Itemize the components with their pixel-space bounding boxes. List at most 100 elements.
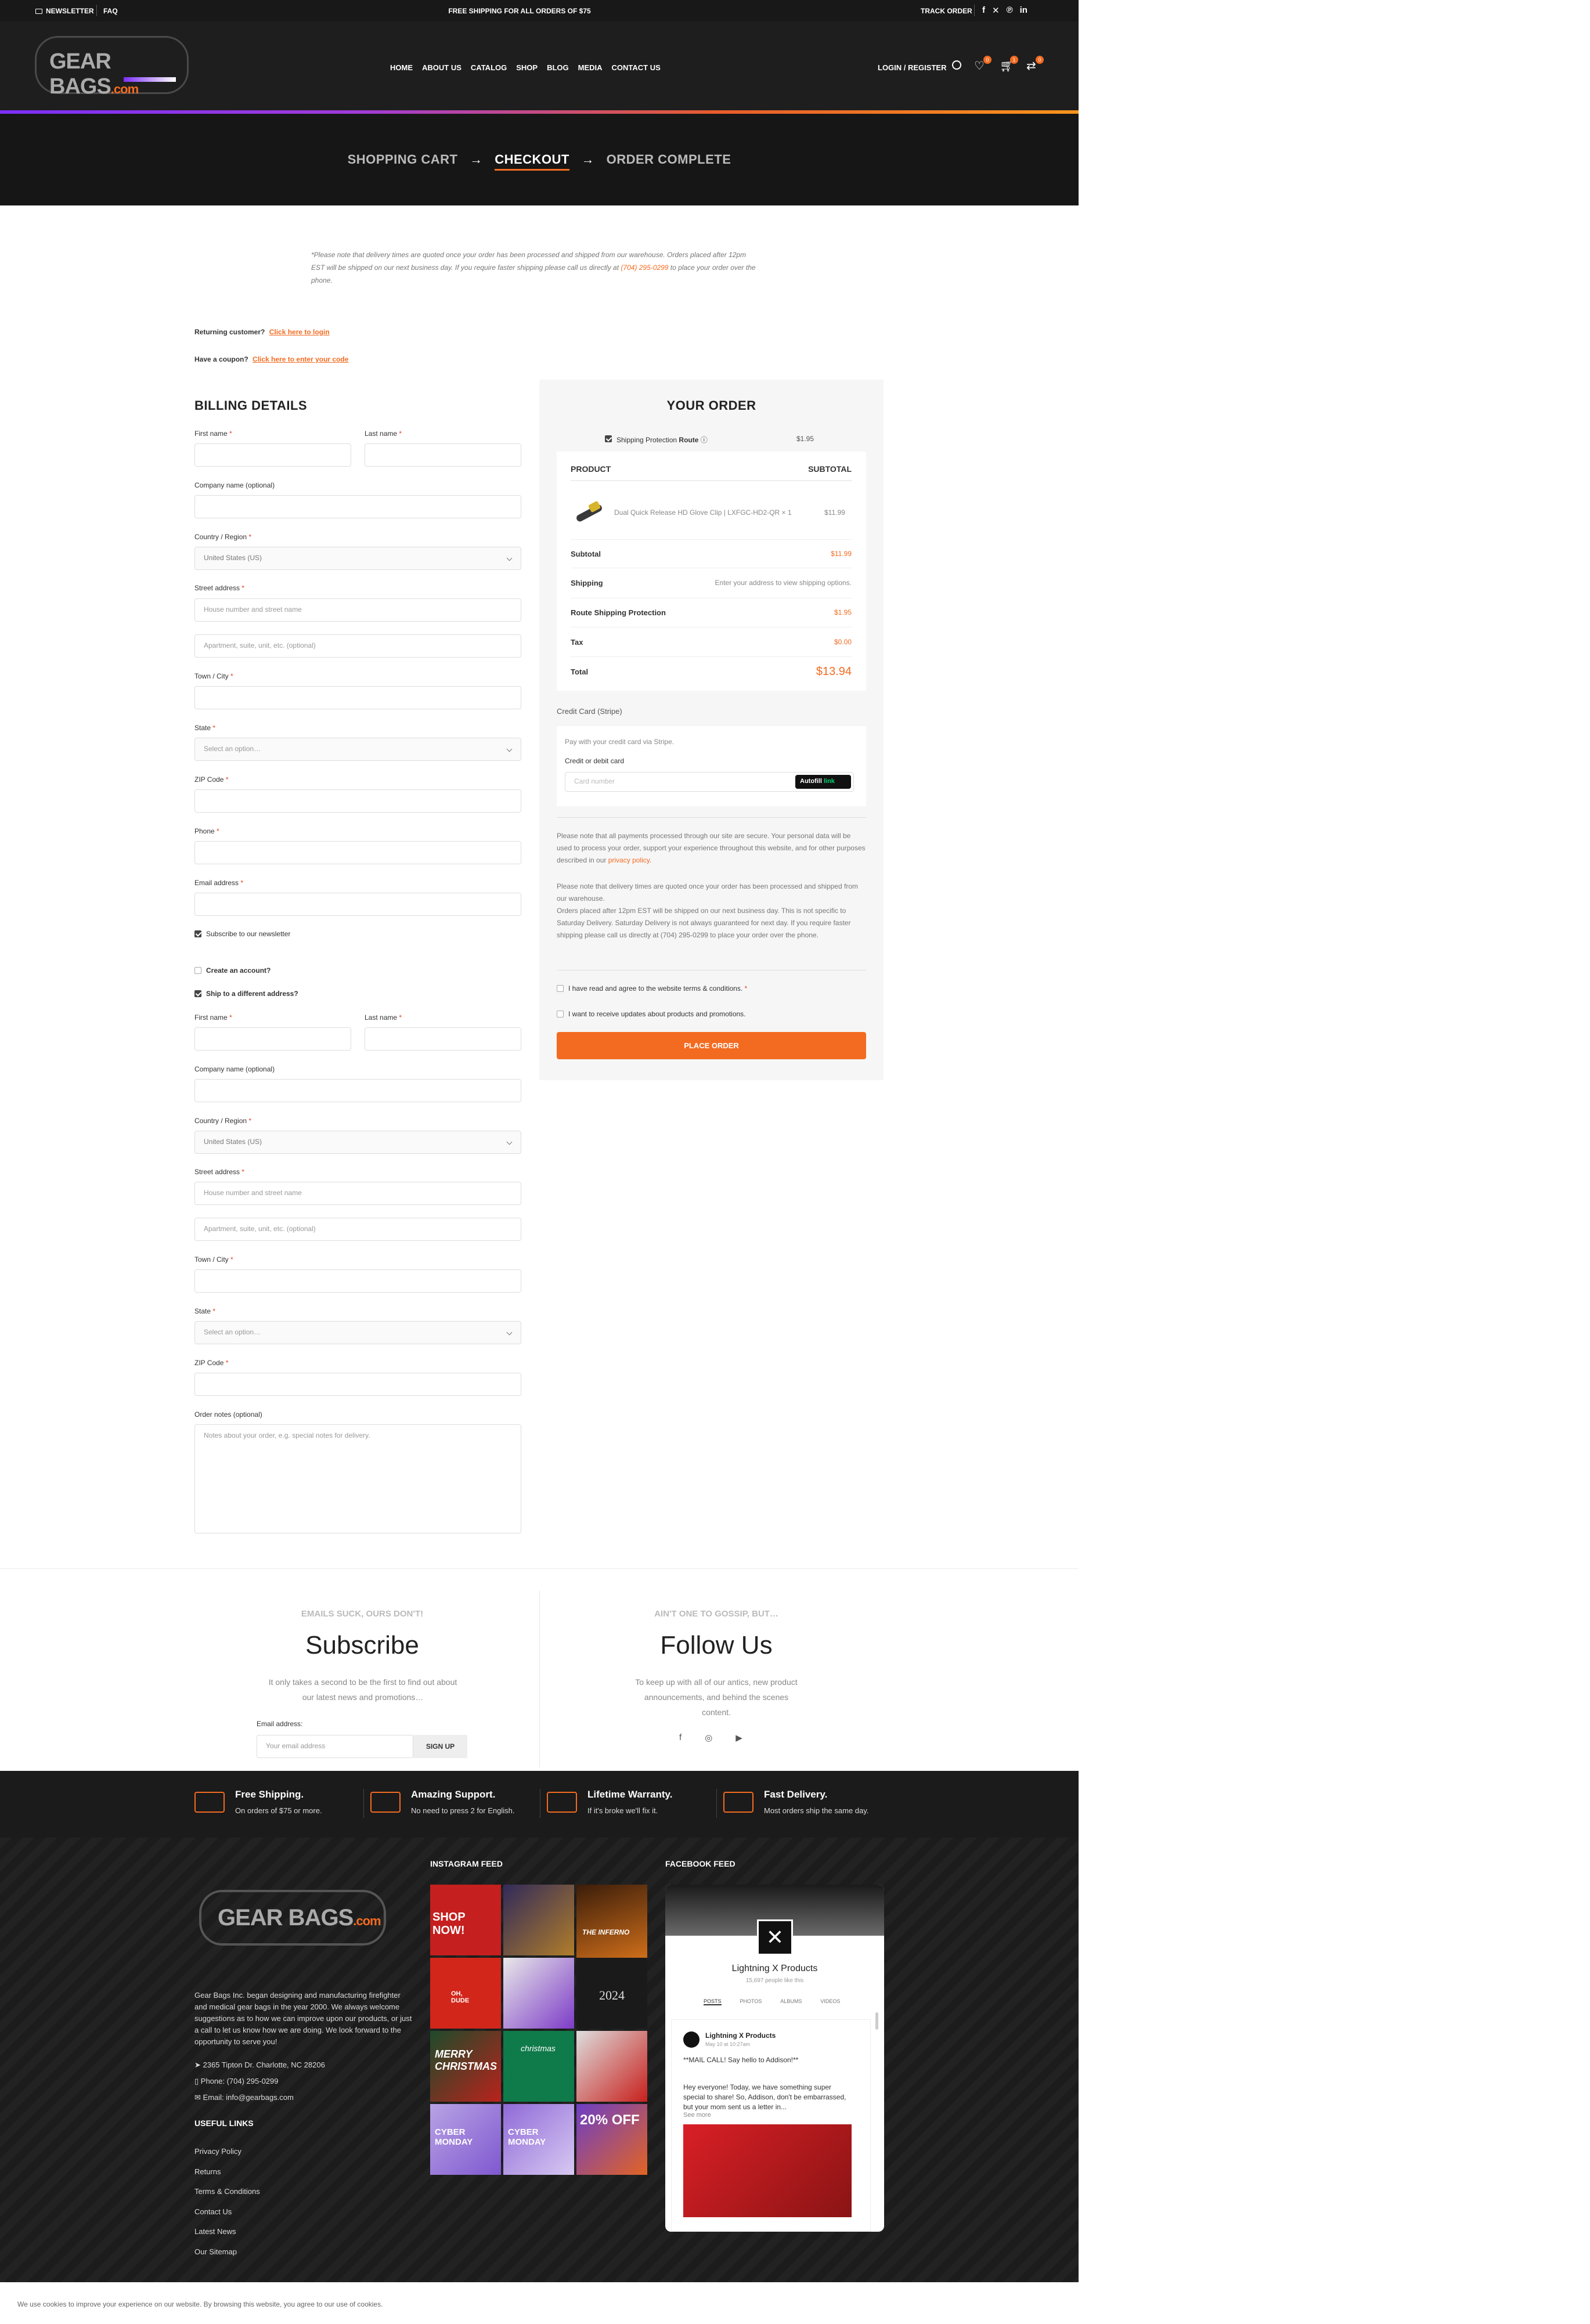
page-avatar[interactable]: ✕ [757, 1919, 793, 1955]
shipping-protection-checkbox[interactable] [605, 435, 612, 442]
privacy-policy-link[interactable]: Privacy Policy [194, 2142, 260, 2162]
nav-contact[interactable]: CONTACT US [612, 63, 661, 72]
footer-logo[interactable]: GEAR BAGS.com [199, 1890, 386, 1946]
post-image[interactable] [683, 2124, 852, 2217]
nav-catalog[interactable]: CATALOG [471, 63, 507, 72]
nav-media[interactable]: MEDIA [578, 63, 603, 72]
see-more-link[interactable]: See more [683, 2112, 711, 2119]
notice-phone[interactable]: (704) 295-0299 [621, 264, 668, 272]
step-shopping-cart[interactable]: SHOPPING CART [348, 152, 458, 167]
subscribe-checkbox[interactable] [194, 930, 201, 937]
instagram-post[interactable]: christmas [503, 2031, 574, 2102]
site-logo[interactable]: GEAR BAGS.com [35, 36, 189, 99]
instagram-post[interactable]: 2024 [576, 1958, 647, 2029]
nav-shop[interactable]: SHOP [516, 63, 538, 72]
shipping-last-name-input[interactable] [365, 1027, 521, 1051]
youtube-icon[interactable]: ▶ [735, 1733, 742, 1743]
delivery-note: Please note that delivery times are quot… [557, 882, 858, 939]
terms-link[interactable]: Terms & Conditions [194, 2182, 260, 2202]
step-arrow: → [470, 152, 483, 167]
shipping-apartment-input[interactable]: Apartment, suite, unit, etc. (optional) [194, 1218, 521, 1241]
privacy-policy-link[interactable]: privacy policy [608, 856, 650, 864]
billing-email-input[interactable] [194, 893, 521, 916]
place-order-button[interactable]: PLACE ORDER [557, 1032, 866, 1059]
linkedin-icon[interactable]: in [1020, 5, 1027, 16]
nav-about[interactable]: ABOUT US [422, 63, 462, 72]
fb-tab-albums[interactable]: ALBUMS [780, 1998, 802, 2005]
shipping-country-select[interactable]: United States (US) [194, 1131, 521, 1154]
billing-zip-input[interactable] [194, 789, 521, 813]
shipping-company-input[interactable] [194, 1079, 521, 1102]
billing-apartment-input[interactable]: Apartment, suite, unit, etc. (optional) [194, 634, 521, 658]
shipping-first-name-input[interactable] [194, 1027, 351, 1051]
track-order-link[interactable]: TRACK ORDER [921, 7, 972, 15]
nav-home[interactable]: HOME [390, 63, 413, 72]
top-bar: NEWSLETTER FAQ FREE SHIPPING FOR ALL ORD… [0, 0, 1079, 21]
step-order-complete: ORDER COMPLETE [606, 152, 731, 167]
your-order-title: YOUR ORDER [666, 398, 756, 413]
instagram-post[interactable]: 20% OFF [576, 2104, 647, 2175]
instagram-post[interactable] [503, 1885, 574, 1955]
privacy-notice: Please note that all payments processed … [557, 832, 866, 864]
route-logo: Route [679, 436, 699, 444]
fb-tab-videos[interactable]: VIDEOS [820, 1998, 840, 2005]
instagram-post[interactable] [576, 2031, 647, 2102]
login-register-link[interactable]: LOGIN / REGISTER [878, 63, 946, 72]
newsletter-email-input[interactable]: Your email address [257, 1735, 413, 1758]
shipping-zip-input[interactable] [194, 1373, 521, 1396]
shipping-city-input[interactable] [194, 1269, 521, 1293]
fb-tab-photos[interactable]: PHOTOS [740, 1998, 762, 2005]
location-icon: ➤ [194, 2060, 201, 2069]
order-notes-textarea[interactable]: Notes about your order, e.g. special not… [194, 1424, 521, 1533]
product-thumbnail[interactable] [572, 498, 607, 528]
facebook-icon[interactable]: f [982, 5, 985, 16]
instagram-post[interactable]: OH, DUDE [430, 1958, 501, 2029]
instagram-post[interactable] [503, 1958, 574, 2029]
signup-button[interactable]: SIGN UP [413, 1735, 467, 1758]
coupon-link[interactable]: Click here to enter your code [253, 355, 348, 363]
scrollbar[interactable] [875, 2012, 878, 2030]
login-link[interactable]: Click here to login [269, 328, 330, 336]
contact-us-link[interactable]: Contact Us [194, 2202, 260, 2222]
fb-tab-posts[interactable]: POSTS [704, 1998, 722, 2005]
ship-different-checkbox[interactable] [194, 990, 201, 997]
billing-country-select[interactable]: United States (US) [194, 547, 521, 570]
envelope-icon: ✉ [194, 2093, 201, 2102]
billing-last-name-input[interactable] [365, 443, 521, 467]
x-icon[interactable]: ✕ [992, 5, 1000, 16]
instagram-post[interactable]: CYBER MONDAY [430, 2104, 501, 2175]
main-nav: HOME ABOUT US CATALOG SHOP BLOG MEDIA CO… [385, 63, 665, 72]
sitemap-link[interactable]: Our Sitemap [194, 2242, 260, 2262]
shipping-street-input[interactable]: House number and street name [194, 1182, 521, 1205]
billing-company-input[interactable] [194, 495, 521, 518]
compare-icon[interactable]: ⇄ [1026, 59, 1036, 73]
updates-checkbox[interactable] [557, 1011, 564, 1017]
facebook-icon[interactable]: f [679, 1733, 682, 1743]
instagram-icon[interactable]: ◎ [705, 1733, 712, 1743]
billing-city-input[interactable] [194, 686, 521, 709]
create-account-checkbox[interactable] [194, 967, 201, 974]
pinterest-icon[interactable]: ℗ [1007, 5, 1013, 16]
billing-street-input[interactable]: House number and street name [194, 598, 521, 622]
billing-phone-input[interactable] [194, 841, 521, 864]
instagram-post[interactable]: CYBER MONDAY [503, 2104, 574, 2175]
subscribe-title: Subscribe [305, 1631, 419, 1659]
nav-blog[interactable]: BLOG [547, 63, 569, 72]
autofill-link-button[interactable]: Autofill link [795, 775, 851, 789]
terms-checkbox[interactable] [557, 985, 564, 992]
warranty-truck-icon [547, 1792, 577, 1813]
delivery-notice: *Please note that delivery times are quo… [311, 251, 756, 284]
billing-state-select[interactable]: Select an option… [194, 738, 521, 761]
payment-method-label: Credit Card (Stripe) [557, 707, 622, 716]
latest-news-link[interactable]: Latest News [194, 2222, 260, 2242]
search-icon[interactable] [952, 60, 961, 70]
billing-first-name-input[interactable] [194, 443, 351, 467]
main-header: GEAR BAGS.com HOME ABOUT US CATALOG SHOP… [0, 21, 1079, 113]
instagram-post[interactable]: SHOP NOW! [430, 1885, 501, 1955]
instagram-post[interactable]: MERRY CHRISTMAS [430, 2031, 501, 2102]
returns-link[interactable]: Returns [194, 2162, 260, 2182]
promo-text: FREE SHIPPING FOR ALL ORDERS OF $75 [448, 7, 591, 15]
shipping-state-select[interactable]: Select an option… [194, 1321, 521, 1344]
order-total: $13.94 [816, 665, 852, 678]
delivery-truck-icon [723, 1792, 753, 1813]
